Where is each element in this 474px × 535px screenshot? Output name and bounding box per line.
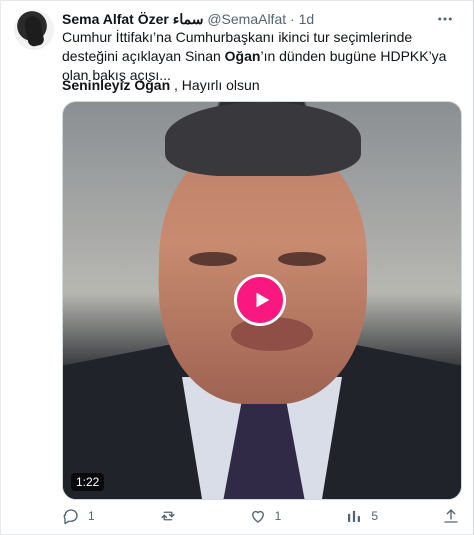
video-frame-shape: [189, 252, 237, 266]
more-options-icon[interactable]: [435, 10, 455, 28]
mention-rest: , Hayırlı olsun: [170, 77, 260, 93]
video-frame-shape: [278, 252, 326, 266]
like-icon: [249, 507, 267, 525]
like-button[interactable]: 1: [249, 507, 282, 525]
tweet-actions: 1 1 5: [62, 506, 460, 526]
reply-count: 1: [88, 509, 95, 523]
retweet-button[interactable]: [159, 507, 185, 525]
avatar[interactable]: [14, 10, 54, 50]
reply-icon: [62, 507, 80, 525]
share-icon: [442, 507, 460, 525]
tweet-header: Sema Alfat Özer سماء @SemaAlfat · 1d: [62, 10, 314, 28]
share-button[interactable]: [442, 507, 460, 525]
mention-bold: Seninleyiz Oğan: [62, 77, 171, 93]
tweet-card[interactable]: Sema Alfat Özer سماء @SemaAlfat · 1d Cum…: [0, 0, 474, 535]
author-handle[interactable]: @SemaAlfat: [207, 11, 286, 27]
play-icon: [256, 292, 270, 308]
retweet-icon: [159, 507, 177, 525]
tweet-text-bold: Oğan: [224, 48, 261, 64]
views-button[interactable]: 5: [345, 507, 378, 525]
views-count: 5: [371, 509, 379, 523]
timestamp[interactable]: 1d: [299, 11, 315, 27]
video-duration: 1:22: [71, 473, 105, 491]
video-frame-shape: [159, 136, 367, 404]
video-frame-shape: [165, 102, 361, 176]
separator: ·: [290, 11, 295, 27]
reply-button[interactable]: 1: [62, 507, 95, 525]
tweet-second-line: Seninleyiz Oğan , Hayırlı olsun: [62, 76, 260, 95]
play-button[interactable]: [234, 274, 286, 326]
like-count: 1: [274, 509, 282, 523]
video-player[interactable]: 1:22: [62, 101, 462, 500]
author-name[interactable]: Sema Alfat Özer سماء: [62, 11, 203, 27]
views-icon: [345, 507, 363, 525]
